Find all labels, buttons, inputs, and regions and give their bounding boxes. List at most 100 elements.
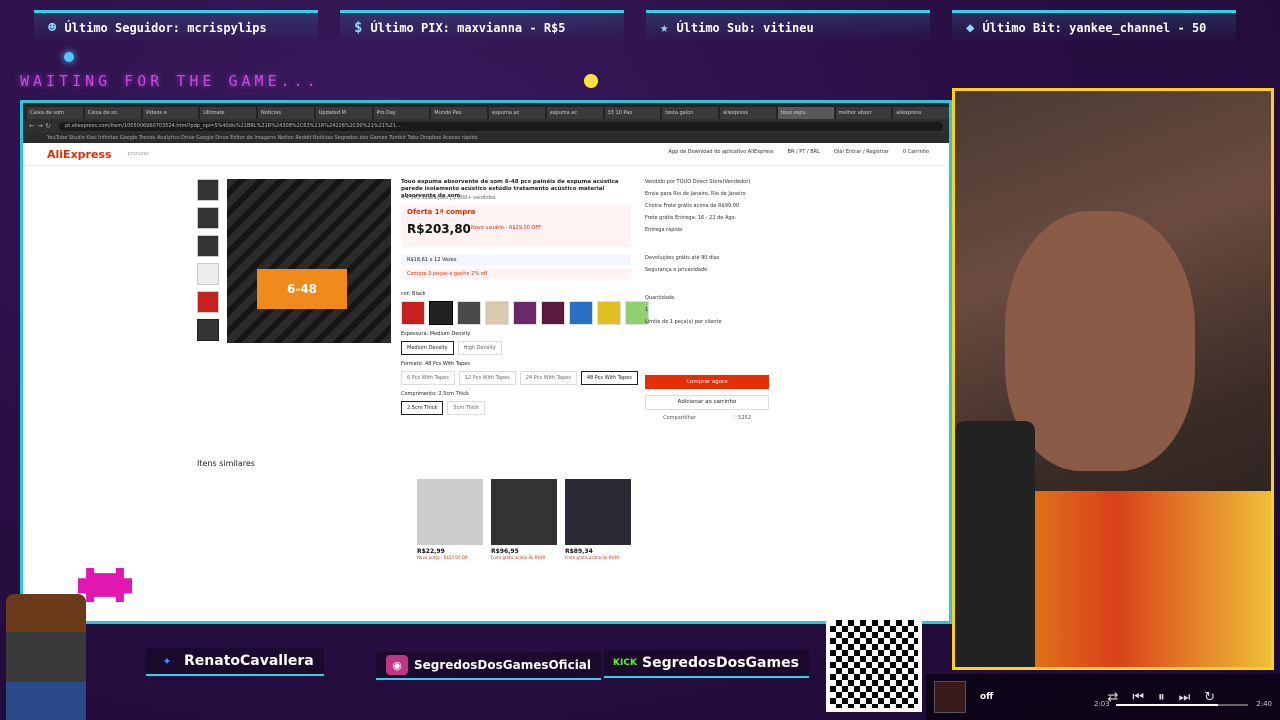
- list-item[interactable]: R$22,99 Novo preço - R$57,00 Off: [417, 479, 483, 560]
- browser-tab[interactable]: Caixa de so: [84, 107, 141, 119]
- item-image[interactable]: [417, 479, 483, 545]
- thumbnail[interactable]: [197, 319, 219, 341]
- thickness-label: Espessura: Medium Density: [401, 331, 471, 337]
- browser-tab[interactable]: Caixa de som: [27, 107, 83, 119]
- browser-tab[interactable]: Mundo Pax: [431, 107, 487, 119]
- waiting-text: WAITING FOR THE GAME...: [20, 72, 320, 90]
- color-swatch[interactable]: [597, 301, 621, 325]
- option-6-pcs[interactable]: 6 Pcs With Tapes: [401, 371, 455, 385]
- aliexpress-logo[interactable]: AliExpress: [47, 148, 112, 161]
- browser-tab[interactable]: testa galon: [662, 107, 718, 119]
- item-image[interactable]: [565, 479, 631, 545]
- thumbnail[interactable]: [197, 179, 219, 201]
- alert-last-bit: ◆ Último Bit: yankee_channel - 50: [952, 10, 1236, 43]
- color-swatch[interactable]: [485, 301, 509, 325]
- choice-badge: Choice Frete grátis acima de R$99,00: [645, 203, 740, 209]
- alert-last-pix: $ Último PIX: maxvianna - R$5: [340, 10, 624, 43]
- thickness-options: Medium Density High Density: [401, 341, 502, 355]
- browser-tab[interactable]: 33 10 Pax: [604, 107, 661, 119]
- nav-arrows-icon[interactable]: ← → ↻: [29, 122, 51, 130]
- social-label: SegredosDosGames: [642, 655, 799, 671]
- list-item[interactable]: R$89,34 Frete grátis acima de R$99: [565, 479, 631, 560]
- option-12-pcs[interactable]: 12 Pcs With Tapes: [458, 371, 516, 385]
- option-24-pcs[interactable]: 24 Pcs With Tapes: [519, 371, 577, 385]
- color-swatch[interactable]: [569, 301, 593, 325]
- color-swatch[interactable]: [513, 301, 537, 325]
- decor-dot-icon: [64, 52, 74, 62]
- security-privacy[interactable]: Segurança e privacidade: [645, 267, 771, 273]
- free-returns[interactable]: Devoluções grátis até 90 dias: [645, 255, 771, 261]
- fast-delivery[interactable]: Entrega rápida: [645, 227, 771, 233]
- color-swatch[interactable]: [541, 301, 565, 325]
- product-image[interactable]: 6-48: [227, 179, 391, 343]
- browser-tab[interactable]: Updated M: [315, 107, 372, 119]
- item-price: R$89,34: [565, 548, 593, 555]
- microphone-icon: [955, 421, 1035, 667]
- option-medium-density[interactable]: Medium Density: [401, 341, 454, 355]
- thumbnail[interactable]: [197, 263, 219, 285]
- browser-tab[interactable]: Ultimate: [200, 107, 256, 119]
- sold-by[interactable]: Vendido por TOUO Direct Store(Vendedor): [645, 179, 771, 185]
- thumbnail[interactable]: [197, 207, 219, 229]
- next-icon[interactable]: ⏭: [1179, 690, 1191, 705]
- social-twitter: ✦ RenatoCavallera: [146, 648, 324, 676]
- address-bar: ← → ↻ pt.aliexpress.com/item/10050069607…: [23, 119, 949, 133]
- option-5cm[interactable]: 5cm Thick: [447, 401, 486, 415]
- similar-items-list: R$22,99 Novo preço - R$57,00 Off R$96,95…: [417, 479, 631, 560]
- length-label: Comprimento: 2.5cm Thick: [401, 391, 469, 397]
- alert-last-sub: ★ Último Sub: vitineu: [646, 10, 930, 43]
- social-instagram: ◉ SegredosDosGamesOficial: [376, 652, 602, 680]
- option-2-5cm[interactable]: 2.5cm Thick: [401, 401, 444, 415]
- album-art: [934, 681, 966, 713]
- color-swatch[interactable]: [401, 301, 425, 325]
- ship-to[interactable]: Envia para Rio de Janeiro, Rio de Janeir…: [645, 191, 771, 197]
- item-price: R$22,99: [417, 548, 445, 555]
- url-input[interactable]: pt.aliexpress.com/item/1005006960703524.…: [59, 121, 943, 131]
- product-rating[interactable]: 4.4 343 avaliações | 2.000+ vendidos: [401, 195, 496, 201]
- browser-tab[interactable]: espuma ac: [489, 107, 545, 119]
- browser-tab[interactable]: Pro Day: [373, 107, 430, 119]
- option-high-density[interactable]: High Density: [457, 341, 502, 355]
- cart-link[interactable]: 0 Carrinho: [903, 149, 929, 155]
- app-download-link[interactable]: App de Download do aplicativo AliExpress: [669, 149, 774, 155]
- browser-tab[interactable]: touo espu: [777, 107, 834, 119]
- person-icon: ☻: [48, 20, 57, 36]
- share-row: Compartilhar ♡ 5252: [645, 415, 769, 421]
- browser-tab[interactable]: Notícias: [258, 107, 314, 119]
- browser-tab[interactable]: aliexpress: [893, 107, 949, 119]
- color-swatch[interactable]: [457, 301, 481, 325]
- social-label: RenatoCavallera: [184, 653, 314, 669]
- share-button[interactable]: Compartilhar: [663, 415, 696, 421]
- quantity-limit: Limite de 1 peça(s) por cliente: [645, 319, 722, 325]
- browser-tab[interactable]: melhor absor: [835, 107, 892, 119]
- option-48-pcs[interactable]: 48 Pcs With Tapes: [580, 371, 638, 385]
- quantity-stepper[interactable]: 1: [645, 307, 771, 313]
- buy-now-button[interactable]: Comprar agora: [645, 375, 769, 389]
- previous-icon[interactable]: ⏮: [1132, 690, 1144, 705]
- color-swatch[interactable]: [429, 301, 453, 325]
- diamond-icon: ◆: [966, 20, 975, 36]
- pause-icon[interactable]: ⏸: [1158, 690, 1165, 705]
- list-item[interactable]: R$96,95 Frete grátis acima de R$99: [491, 479, 557, 560]
- item-image[interactable]: [491, 479, 557, 545]
- bookmarks-bar[interactable]: YouTube Studio Kiwi Infinitas Google Tre…: [23, 133, 949, 143]
- browser-tab[interactable]: aliexpress: [720, 107, 776, 119]
- installments-row[interactable]: R$18,61 x 12 Vezes: [401, 255, 631, 265]
- player-progress[interactable]: [1116, 704, 1248, 706]
- free-shipping[interactable]: Frete grátis Entrega: 16 - 22 de Ago.: [645, 215, 771, 221]
- wishlist-button[interactable]: ♡ 5252: [732, 415, 751, 421]
- player-progress-fill: [1116, 704, 1218, 706]
- thumbnail[interactable]: [197, 291, 219, 313]
- browser-window: Caixa de som Caixa de so Vídeos e Ultimate N…: [20, 100, 952, 624]
- social-kick: KICK SegredosDosGames: [604, 650, 809, 678]
- browser-tab[interactable]: espuma ac: [546, 107, 603, 119]
- aliexpress-page: AliExpress procurar App de Download do a…: [23, 143, 949, 613]
- browser-tab[interactable]: Vídeos e: [142, 107, 199, 119]
- add-to-cart-button[interactable]: Adicionar ao carrinho: [645, 395, 769, 410]
- thumbnail[interactable]: [197, 235, 219, 257]
- repeat-icon[interactable]: ↻: [1204, 690, 1215, 705]
- locale-selector[interactable]: BR / PT / BRL: [788, 149, 820, 155]
- login-link[interactable]: Olá! Entrar / Registrar: [834, 149, 889, 155]
- discount-row[interactable]: Compre 3 peças e ganhe 2% off: [401, 269, 631, 279]
- search-input[interactable]: procurar: [128, 151, 149, 157]
